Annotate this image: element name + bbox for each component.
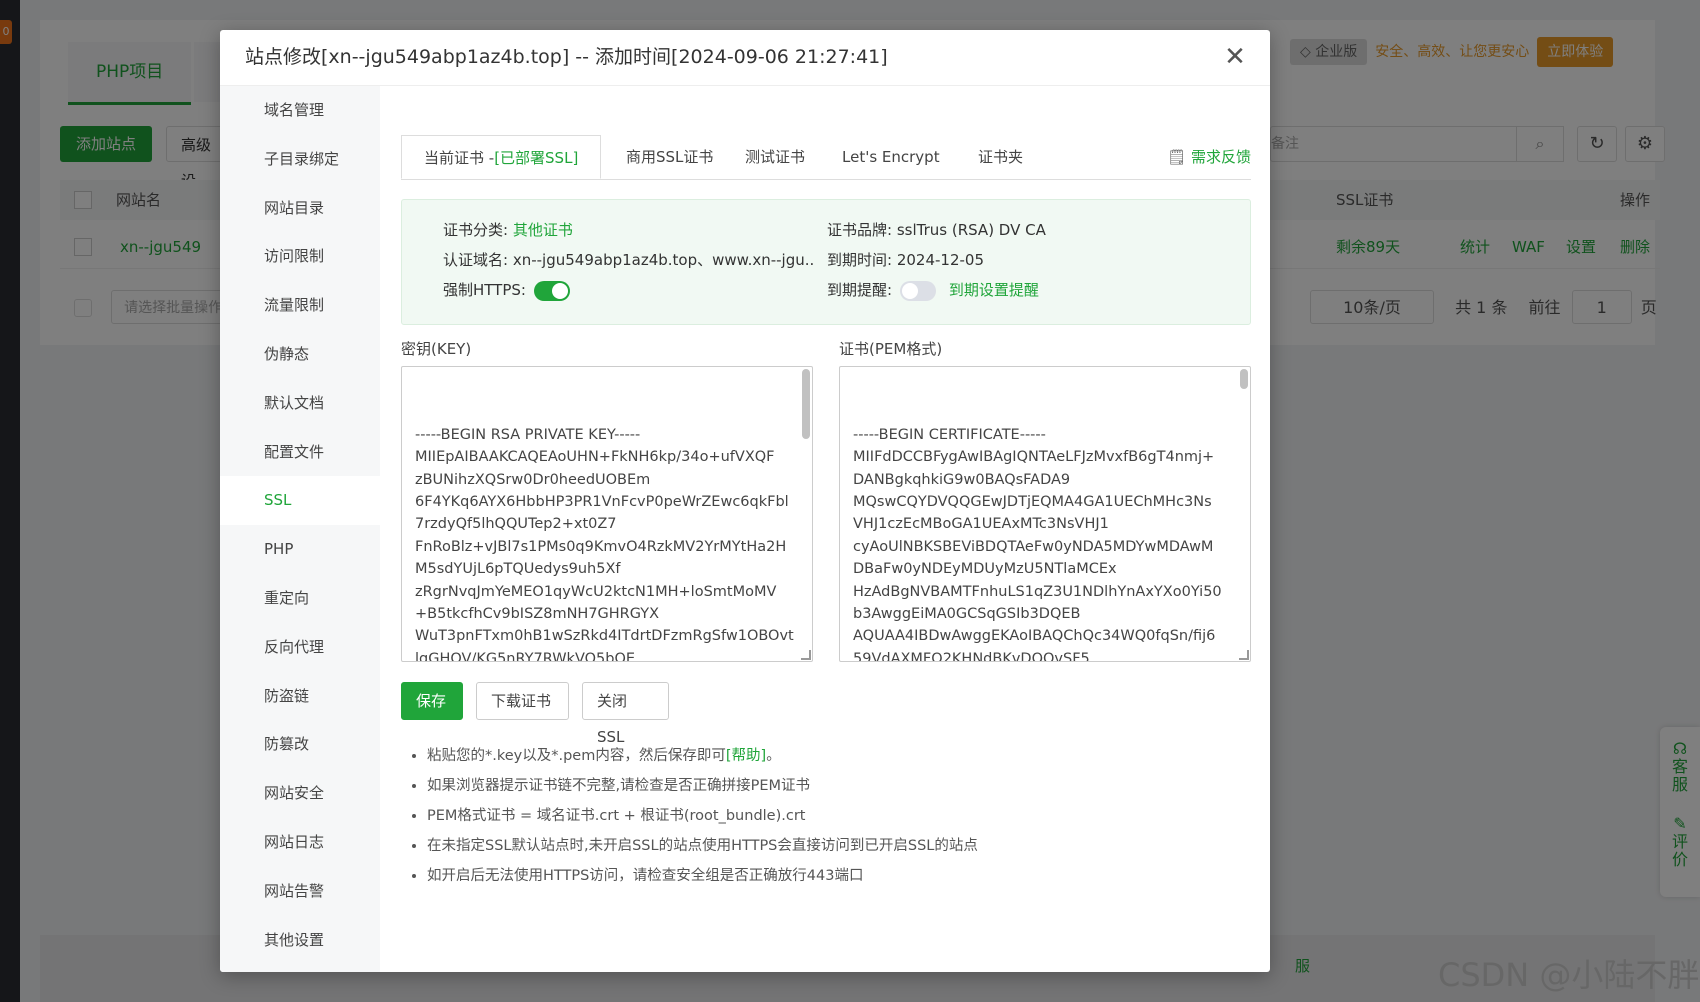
tip-item: PEM格式证书 = 域名证书.crt + 根证书(root_bundle).cr…	[427, 801, 1270, 831]
ssl-tabs: 当前证书 -[已部署SSL] 商用SSL证书 测试证书 Let's Encryp…	[401, 135, 1251, 180]
help-link[interactable]: [帮助]	[726, 748, 766, 764]
cert-domain-value: xn--jgu549abp1az4b.top、www.xn--jgu...	[512, 251, 813, 269]
menu-php[interactable]: PHP	[220, 525, 380, 574]
menu-redirect[interactable]: 重定向	[220, 574, 380, 623]
feedback-link[interactable]: 🗒 需求反馈	[1167, 135, 1251, 179]
cert-label: 证书(PEM格式)	[839, 340, 943, 358]
remind-settings-link[interactable]: 到期设置提醒	[949, 281, 1039, 299]
dialog-title: 站点修改[xn--jgu549abp1az4b.top] -- 添加时间[202…	[220, 30, 1270, 86]
settings-menu: 域名管理 子目录绑定 网站目录 访问限制 流量限制 伪静态 默认文档 配置文件 …	[220, 86, 380, 972]
save-button[interactable]: 保存	[401, 682, 463, 720]
menu-config[interactable]: 配置文件	[220, 428, 380, 477]
close-ssl-button[interactable]: 关闭SSL	[582, 682, 669, 746]
key-textarea[interactable]: -----BEGIN RSA PRIVATE KEY----- MIIEpAIB…	[401, 366, 813, 662]
menu-domain[interactable]: 域名管理	[220, 86, 380, 135]
key-label: 密钥(KEY)	[401, 340, 472, 358]
tab-test-cert[interactable]: 测试证书	[745, 135, 805, 179]
menu-tamper[interactable]: 防篡改	[220, 720, 380, 769]
menu-default-doc[interactable]: 默认文档	[220, 379, 380, 428]
key-scrollbar[interactable]	[802, 369, 810, 439]
menu-logs[interactable]: 网站日志	[220, 818, 380, 867]
tab-letsencrypt[interactable]: Let's Encrypt	[842, 135, 940, 179]
tip-item: 粘贴您的*.key以及*.pem内容，然后保存即可[帮助]。	[427, 741, 1270, 771]
tab-cert-folder[interactable]: 证书夹	[978, 135, 1023, 179]
menu-alerts[interactable]: 网站告警	[220, 867, 380, 916]
force-https: 强制HTTPS:	[443, 275, 570, 305]
feedback-icon: 🗒	[1167, 148, 1187, 166]
menu-access-limit[interactable]: 访问限制	[220, 232, 380, 281]
menu-rewrite[interactable]: 伪静态	[220, 330, 380, 379]
menu-subdir[interactable]: 子目录绑定	[220, 135, 380, 184]
ssl-tips: 粘贴您的*.key以及*.pem内容，然后保存即可[帮助]。 如果浏览器提示证书…	[401, 741, 1270, 891]
cert-scrollbar[interactable]	[1240, 369, 1248, 389]
cert-expire: 到期时间: 2024-12-05	[827, 251, 985, 269]
menu-other[interactable]: 其他设置	[220, 916, 380, 965]
cert-category: 证书分类: 其他证书	[443, 221, 573, 239]
tab-current-cert[interactable]: 当前证书 -[已部署SSL]	[401, 135, 602, 179]
menu-hotlink[interactable]: 防盗链	[220, 672, 380, 721]
cert-brand-value: sslTrus (RSA) DV CA	[896, 221, 1046, 239]
menu-ssl[interactable]: SSL	[220, 476, 380, 526]
menu-security[interactable]: 网站安全	[220, 769, 380, 818]
menu-proxy[interactable]: 反向代理	[220, 623, 380, 672]
tip-item: 在未指定SSL默认站点时,未开启SSL的站点使用HTTPS会直接访问到已开启SS…	[427, 831, 1270, 861]
menu-site-dir[interactable]: 网站目录	[220, 184, 380, 233]
cert-textarea[interactable]: -----BEGIN CERTIFICATE----- MIIFdDCCBFyg…	[839, 366, 1251, 662]
cert-resize-handle[interactable]	[1239, 650, 1249, 660]
close-icon[interactable]: ✕	[1220, 42, 1250, 72]
cert-category-value: 其他证书	[512, 221, 573, 239]
download-cert-button[interactable]: 下载证书	[476, 682, 569, 720]
force-https-toggle[interactable]	[533, 280, 570, 301]
site-edit-dialog: 站点修改[xn--jgu549abp1az4b.top] -- 添加时间[202…	[220, 30, 1270, 972]
deployed-status: [已部署SSL]	[494, 149, 579, 167]
ssl-panel: 当前证书 -[已部署SSL] 商用SSL证书 测试证书 Let's Encryp…	[401, 86, 1251, 972]
tip-item: 如开启后无法使用HTTPS访问，请检查安全组是否正确放行443端口	[427, 861, 1270, 891]
cert-domain: 认证域名: xn--jgu549abp1az4b.top、www.xn--jgu…	[443, 245, 813, 275]
cert-expire-value: 2024-12-05	[896, 251, 985, 269]
menu-traffic-limit[interactable]: 流量限制	[220, 281, 380, 330]
expire-remind-toggle[interactable]	[900, 280, 937, 301]
cert-brand: 证书品牌: sslTrus (RSA) DV CA	[827, 221, 1046, 239]
expire-remind: 到期提醒: 到期设置提醒	[827, 280, 1039, 301]
cert-info-box: 证书分类: 其他证书 证书品牌: sslTrus (RSA) DV CA 认证域…	[401, 199, 1251, 325]
key-resize-handle[interactable]	[801, 650, 811, 660]
tip-item: 如果浏览器提示证书链不完整,请检查是否正确拼接PEM证书	[427, 771, 1270, 801]
tab-commercial-ssl[interactable]: 商用SSL证书	[626, 135, 713, 179]
